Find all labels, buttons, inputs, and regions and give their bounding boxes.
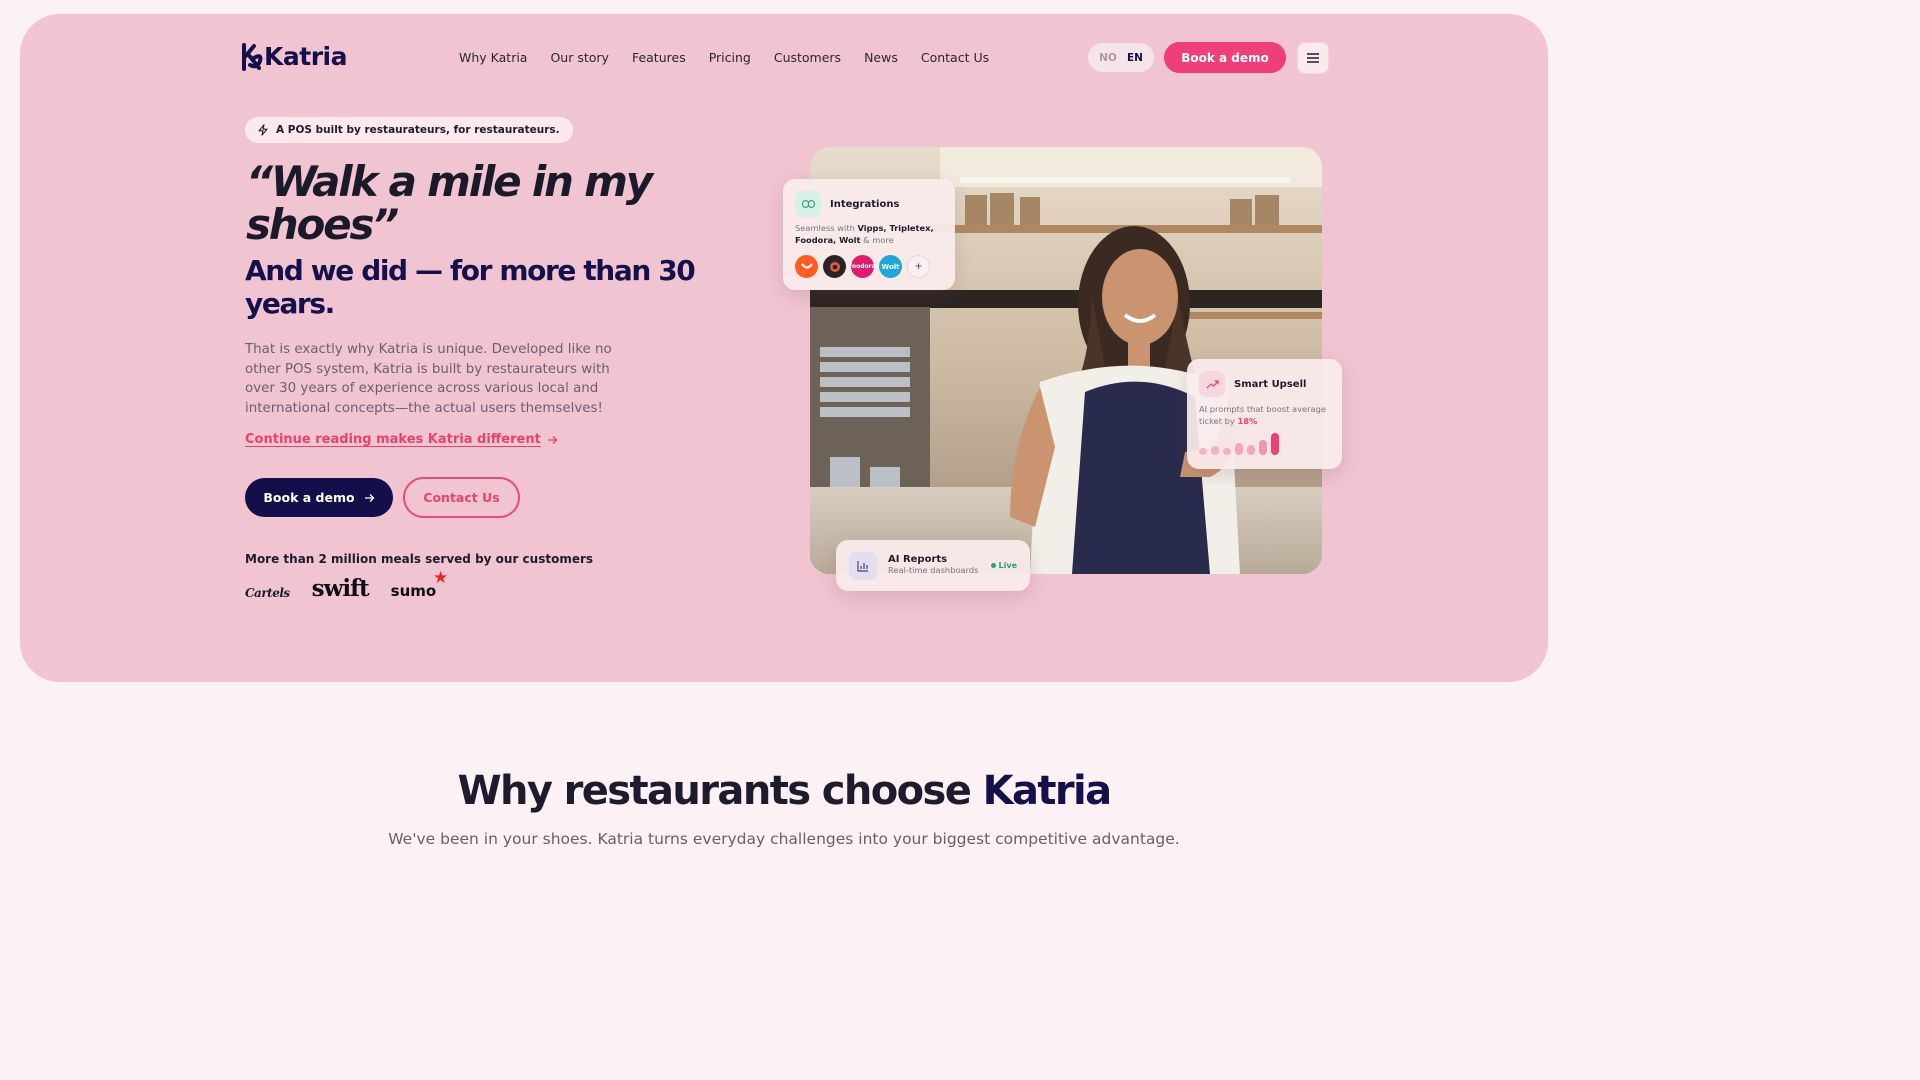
nav-book-demo-button[interactable]: Book a demo [1164, 42, 1286, 73]
book-demo-button[interactable]: Book a demo [245, 478, 393, 517]
upsell-title: Smart Upsell [1234, 378, 1307, 390]
ai-reports-card: AI Reports Real-time dashboards Live [836, 540, 1030, 591]
book-demo-label: Book a demo [263, 490, 355, 505]
logo-text: Katria [264, 42, 347, 71]
contact-us-button[interactable]: Contact Us [403, 477, 520, 518]
tripletex-logo-icon [823, 255, 846, 278]
lang-no[interactable]: NO [1099, 52, 1117, 64]
trend-icon-box [1199, 371, 1225, 397]
nav-news[interactable]: News [864, 50, 898, 65]
language-switcher: NO EN [1088, 43, 1154, 72]
continue-reading-link[interactable]: Continue reading makes Katria different [245, 432, 558, 447]
why-section-title: Why restaurants choose Katria [457, 768, 1112, 814]
link-icon [801, 200, 815, 208]
ai-reports-title: AI Reports [888, 554, 948, 566]
hero-badge: A POS built by restaurateurs, for restau… [245, 117, 573, 143]
hero-subhead: And we did — for more than 30 years. [245, 254, 696, 320]
customer-logos: Cartels swift sumo ★ [245, 568, 449, 602]
wolt-logo-icon: Wolt [879, 255, 902, 278]
katria-logo[interactable]: Katria [240, 42, 347, 71]
meals-served-text: More than 2 million meals served by our … [245, 552, 594, 566]
menu-button[interactable] [1297, 42, 1329, 74]
arrow-right-icon [547, 435, 558, 444]
lightning-icon [258, 124, 268, 136]
smart-upsell-card: Smart Upsell AI prompts that boost avera… [1187, 359, 1342, 469]
live-dot-icon [990, 563, 996, 568]
vipps-logo-icon [795, 255, 818, 278]
nav-customers[interactable]: Customers [774, 50, 841, 65]
more-integrations-icon[interactable]: + [907, 255, 930, 278]
live-status: Live [990, 561, 1017, 570]
why-section-subtitle: We've been in your shoes. Katria turns e… [388, 830, 1180, 848]
brand-sumo-logo: sumo ★ [390, 568, 449, 600]
hero-quote: “Walk a mile in my shoes” [246, 157, 653, 249]
continue-reading-text: Continue reading makes Katria different [245, 432, 541, 447]
foodora-logo-icon: foodora [849, 255, 876, 278]
main-nav: Why Katria Our story Features Pricing Cu… [459, 50, 989, 65]
star-icon: ★ [432, 568, 449, 588]
nav-features[interactable]: Features [632, 50, 686, 65]
trending-up-icon [1206, 379, 1219, 388]
nav-our-story[interactable]: Our story [550, 50, 608, 65]
ai-reports-sub: Real-time dashboards [888, 565, 979, 576]
brand-swift-logo: swift [311, 575, 370, 602]
upsell-desc: AI prompts that boost average ticket by … [1199, 404, 1326, 426]
badge-text: A POS built by restaurateurs, for restau… [276, 124, 560, 136]
hamburger-icon [1307, 53, 1319, 63]
lang-en[interactable]: EN [1127, 52, 1143, 64]
bar-chart-icon [857, 560, 868, 572]
brand-cartels-logo: Cartels [245, 586, 290, 600]
integrations-desc: Seamless with Vipps, Tripletex, Foodora,… [795, 223, 934, 245]
katria-logo-icon [242, 42, 263, 71]
link-icon-box [795, 191, 821, 217]
chart-icon-box [849, 551, 877, 580]
nav-why-katria[interactable]: Why Katria [459, 50, 527, 65]
partner-logos: foodora Wolt + [795, 255, 943, 278]
hero-body: That is exactly why Katria is unique. De… [245, 342, 612, 416]
nav-contact-us[interactable]: Contact Us [921, 50, 989, 65]
integrations-card: Integrations Seamless with Vipps, Triple… [783, 179, 955, 290]
upsell-bars [1199, 433, 1279, 455]
nav-pricing[interactable]: Pricing [709, 50, 751, 65]
arrow-right-icon [364, 493, 375, 502]
integrations-title: Integrations [830, 198, 900, 210]
